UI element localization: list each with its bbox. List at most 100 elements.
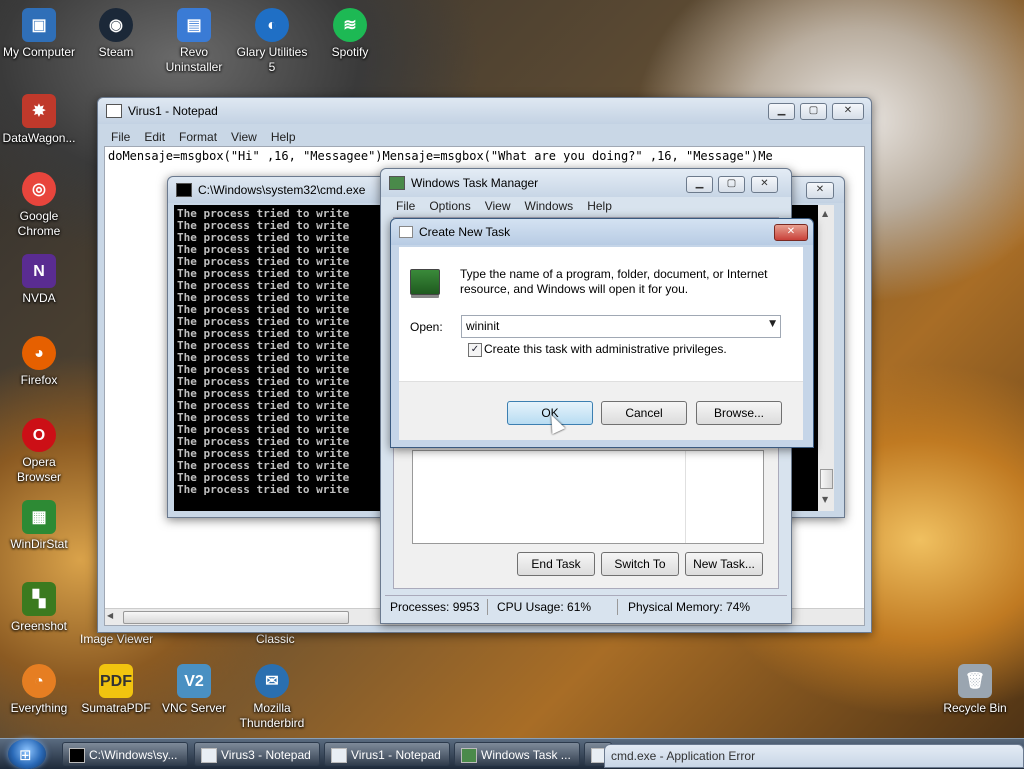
menu-file[interactable]: File (104, 128, 137, 146)
menu-options[interactable]: Options (422, 197, 477, 215)
maximize-button[interactable]: ▢ (718, 176, 745, 193)
notepad-icon (106, 104, 122, 118)
status-physical-memory: Physical Memory: 74% (628, 600, 751, 614)
dialog-title-bar[interactable]: Create New Task (391, 219, 813, 245)
desktop-icon-label: Glary Utilities 5 (236, 45, 308, 74)
start-button[interactable]: ⊞ (8, 739, 46, 769)
end-task-button[interactable]: End Task (517, 552, 595, 576)
application-error-window[interactable]: cmd.exe - Application Error (604, 744, 1024, 768)
desktop-icon-label: Greenshot (10, 619, 68, 633)
task-manager-icon (461, 748, 477, 763)
desktop-icon-firefox[interactable]: ◕ Firefox (0, 336, 78, 388)
desktop-icon-label: Everything (10, 701, 68, 715)
status-divider (617, 599, 618, 615)
nvda-icon: N (22, 254, 56, 288)
desktop-icon-sumatrapdf[interactable]: PDF SumatraPDF (77, 664, 155, 716)
desktop-icon-steam[interactable]: ◉ Steam (77, 8, 155, 60)
close-button[interactable]: ✕ (832, 103, 864, 120)
status-processes: Processes: 9953 (390, 600, 480, 614)
new-task-button[interactable]: New Task... (685, 552, 763, 576)
dialog-button-area: OK Cancel Browse... (399, 381, 803, 440)
task-manager-icon (389, 176, 405, 190)
close-button[interactable]: ✕ (751, 176, 778, 193)
close-button[interactable]: ✕ (806, 182, 834, 199)
scroll-left-arrow[interactable]: ◀ (107, 611, 113, 620)
desktop-icon-thunderbird[interactable]: ✉ Mozilla Thunderbird (233, 664, 311, 731)
admin-checkbox[interactable]: ✓ (468, 343, 482, 357)
desktop-icon-label: Opera Browser (16, 455, 61, 484)
desktop-icon-datawagon[interactable]: ✸ DataWagon... (0, 94, 78, 146)
desktop-icon-label: SumatraPDF (81, 701, 151, 715)
desktop-icon-label-image-viewer[interactable]: Image Viewer (80, 632, 153, 646)
desktop-icon-everything[interactable]: ◔ Everything (0, 664, 78, 716)
desktop-icon-label: Google Chrome (17, 209, 61, 238)
cmd-vertical-scrollbar[interactable]: ▲ ▼ (818, 205, 834, 511)
everything-icon: ◔ (22, 664, 56, 698)
create-new-task-dialog[interactable]: Create New Task ✕ Type the name of a pro… (390, 218, 814, 448)
applications-list[interactable] (412, 450, 764, 544)
desktop-icon-label: Steam (98, 45, 134, 59)
taskbar-item-label: Virus3 - Notepad (221, 748, 311, 762)
notepad-menu-bar: File Edit Format View Help (104, 128, 303, 146)
desktop-icon-windirstat[interactable]: ▦ WinDirStat (0, 500, 78, 552)
maximize-button[interactable]: ▢ (800, 103, 827, 120)
windirstat-icon: ▦ (22, 500, 56, 534)
scrollbar-thumb[interactable] (820, 469, 833, 489)
datawagon-icon: ✸ (22, 94, 56, 128)
desktop-icon-recycle-bin[interactable]: 🗑 Recycle Bin (936, 664, 1014, 716)
taskbar-item-cmd[interactable]: C:\Windows\sy... (62, 742, 188, 766)
revo-icon: ▤ (177, 8, 211, 42)
desktop-icon-vnc-server[interactable]: V2 VNC Server (155, 664, 233, 716)
opera-icon: O (22, 418, 56, 452)
chevron-down-icon[interactable]: ▼ (769, 319, 776, 329)
switch-to-button[interactable]: Switch To (601, 552, 679, 576)
close-button[interactable]: ✕ (774, 224, 808, 241)
open-combobox[interactable]: wininit ▼ (461, 315, 781, 338)
taskbar-item-virus3-notepad[interactable]: Virus3 - Notepad (194, 742, 320, 766)
taskbar-item-label: C:\Windows\sy... (89, 748, 178, 762)
menu-help[interactable]: Help (264, 128, 303, 146)
cmd-icon (176, 183, 192, 197)
scroll-down-arrow[interactable]: ▼ (822, 495, 828, 504)
dialog-title-icon (399, 226, 413, 238)
menu-view[interactable]: View (224, 128, 264, 146)
desktop-icon-nvda[interactable]: N NVDA (0, 254, 78, 306)
dialog-title: Create New Task (419, 225, 511, 239)
desktop-icon-label: NVDA (22, 291, 56, 305)
run-program-icon (410, 269, 440, 295)
desktop-icon-revo-uninstaller[interactable]: ▤ Revo Uninstaller (155, 8, 233, 75)
cancel-button[interactable]: Cancel (601, 401, 687, 425)
open-label: Open: (410, 320, 443, 334)
notepad-title-bar[interactable]: Virus1 - Notepad (98, 98, 871, 124)
taskbar-item-task-manager[interactable]: Windows Task ... (454, 742, 580, 766)
menu-file[interactable]: File (389, 197, 422, 215)
menu-edit[interactable]: Edit (137, 128, 172, 146)
desktop-icon-label: DataWagon... (2, 131, 76, 145)
desktop-icon-label: My Computer (2, 45, 76, 59)
menu-windows[interactable]: Windows (518, 197, 581, 215)
menu-view[interactable]: View (478, 197, 518, 215)
desktop-icon-greenshot[interactable]: ▚ Greenshot (0, 582, 78, 634)
spotify-icon: ≋ (333, 8, 367, 42)
menu-format[interactable]: Format (172, 128, 224, 146)
desktop-icon-label: Revo Uninstaller (165, 45, 223, 74)
desktop-icon-opera[interactable]: O Opera Browser (0, 418, 78, 485)
minimize-button[interactable]: ▁ (768, 103, 795, 120)
desktop-icon-google-chrome[interactable]: ◎ Google Chrome (0, 172, 78, 239)
admin-checkbox-label[interactable]: Create this task with administrative pri… (484, 342, 727, 356)
taskbar-item-virus1-notepad[interactable]: Virus1 - Notepad (324, 742, 450, 766)
desktop-icon-my-computer[interactable]: ▣ My Computer (0, 8, 78, 60)
notepad-icon (331, 748, 347, 763)
desktop-icon-spotify[interactable]: ≋ Spotify (311, 8, 389, 60)
cmd-title: C:\Windows\system32\cmd.exe (198, 183, 366, 197)
desktop-icon-glary-utilities[interactable]: ◐ Glary Utilities 5 (233, 8, 311, 75)
open-input[interactable]: wininit (466, 319, 499, 333)
application-error-title: cmd.exe - Application Error (611, 749, 756, 763)
browse-button[interactable]: Browse... (696, 401, 782, 425)
minimize-button[interactable]: ▁ (686, 176, 713, 193)
scrollbar-thumb[interactable] (123, 611, 349, 624)
glary-icon: ◐ (255, 8, 289, 42)
scroll-up-arrow[interactable]: ▲ (822, 209, 828, 218)
desktop-icon-label-classic[interactable]: Classic (256, 632, 295, 646)
menu-help[interactable]: Help (580, 197, 619, 215)
